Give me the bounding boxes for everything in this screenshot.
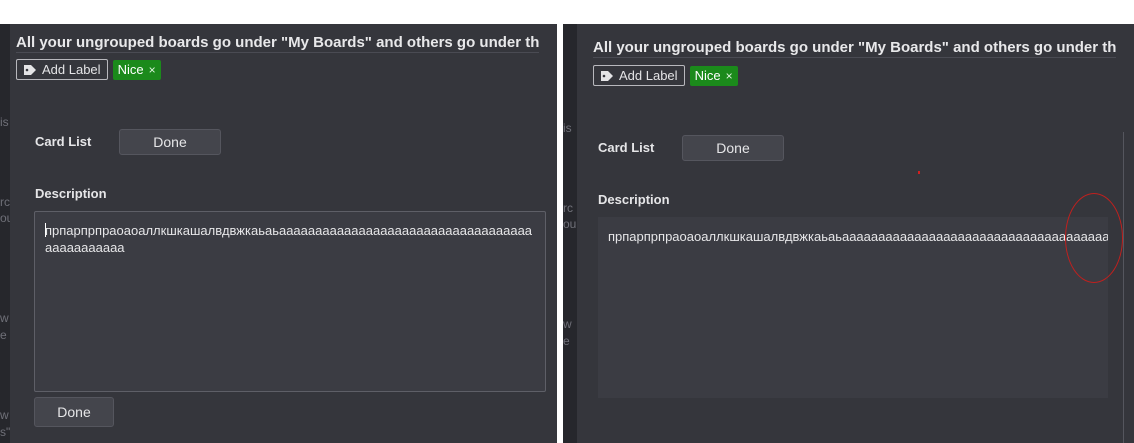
add-label-text: Add Label: [619, 68, 678, 83]
scrollbar-track[interactable]: [1123, 132, 1124, 443]
add-label-button[interactable]: Add Label: [16, 59, 108, 80]
background-text-fragment: w: [0, 408, 9, 422]
card-title[interactable]: All your ungrouped boards go under "My B…: [16, 34, 540, 53]
background-text-fragment: ou: [563, 217, 577, 231]
card-list-label: Card List: [598, 140, 655, 155]
label-row: Add Label Nice ×: [16, 59, 161, 80]
background-board-strip: [0, 24, 10, 443]
description-label: Description: [35, 186, 107, 201]
tag-icon: [601, 70, 613, 81]
tag-icon: [24, 64, 36, 75]
left-screenshot-editing: is rc ou w e w s" All your ungrouped boa…: [0, 24, 557, 443]
label-chip-text: Nice: [117, 62, 144, 77]
close-icon[interactable]: ×: [149, 63, 156, 77]
background-text-fragment: e: [0, 328, 7, 342]
description-textarea-value: прпарпрпраоаоаллкшкашалвдвжкаьаьаааааааа…: [45, 223, 533, 255]
background-text-fragment: rc: [0, 195, 10, 209]
background-text-fragment: s": [0, 425, 11, 439]
description-display[interactable]: прпарпрпраоаоаллкшкашалвдвжкаьаьаааааааа…: [598, 217, 1108, 398]
right-screenshot-saved: is rc ou w e All your ungrouped boards g…: [563, 24, 1134, 443]
card-detail-modal: All your ungrouped boards go under "My B…: [10, 24, 557, 443]
add-label-text: Add Label: [42, 62, 101, 77]
background-text-fragment: is: [563, 121, 572, 135]
label-chip-nice[interactable]: Nice ×: [689, 65, 738, 86]
background-text-fragment: rc: [563, 201, 573, 215]
background-text-fragment: w: [0, 311, 9, 325]
background-board-strip: [563, 24, 577, 443]
add-label-button[interactable]: Add Label: [593, 65, 685, 86]
description-display-value: прпарпрпраоаоаллкшкашалвдвжкаьаьаааааааа…: [608, 229, 1108, 244]
label-chip-nice[interactable]: Nice ×: [112, 59, 161, 80]
label-chip-text: Nice: [694, 68, 721, 83]
background-text-fragment: w: [563, 317, 572, 331]
card-list-done-button[interactable]: Done: [119, 129, 221, 155]
card-list-done-button[interactable]: Done: [682, 135, 784, 161]
description-done-button[interactable]: Done: [34, 397, 114, 427]
card-detail-modal: All your ungrouped boards go under "My B…: [577, 24, 1134, 443]
background-text-fragment: is: [0, 115, 9, 129]
annotation-dot: [918, 171, 920, 174]
label-row: Add Label Nice ×: [593, 65, 738, 86]
background-text-fragment: e: [563, 334, 570, 348]
card-list-label: Card List: [35, 134, 92, 149]
close-icon[interactable]: ×: [726, 69, 733, 83]
description-textarea[interactable]: прпарпрпраоаоаллкшкашалвдвжкаьаьаааааааа…: [34, 211, 546, 392]
description-label: Description: [598, 192, 670, 207]
card-title[interactable]: All your ungrouped boards go under "My B…: [593, 39, 1117, 58]
